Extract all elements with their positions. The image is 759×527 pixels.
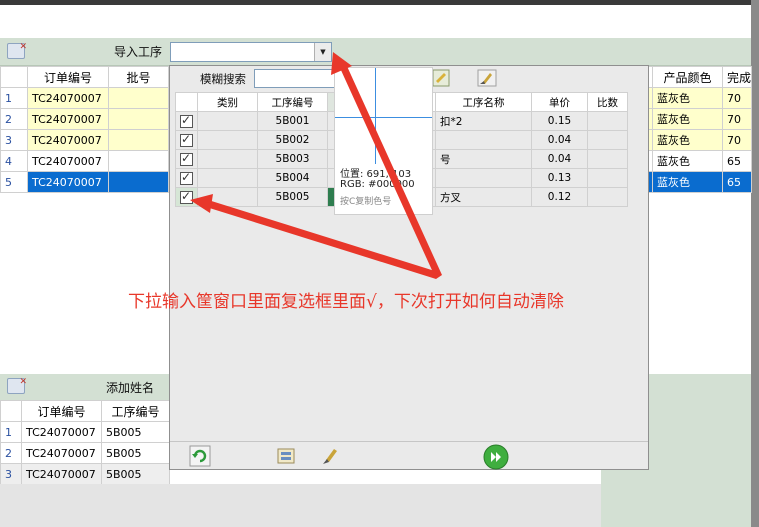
annotation-arrows — [190, 52, 442, 279]
arrow-to-checkbox — [203, 199, 438, 279]
annotation-note: 下拉输入筐窗口里面复选框里面√，下次打开如何自动清除 — [128, 292, 564, 312]
arrow-to-checkbox-head — [190, 194, 213, 213]
